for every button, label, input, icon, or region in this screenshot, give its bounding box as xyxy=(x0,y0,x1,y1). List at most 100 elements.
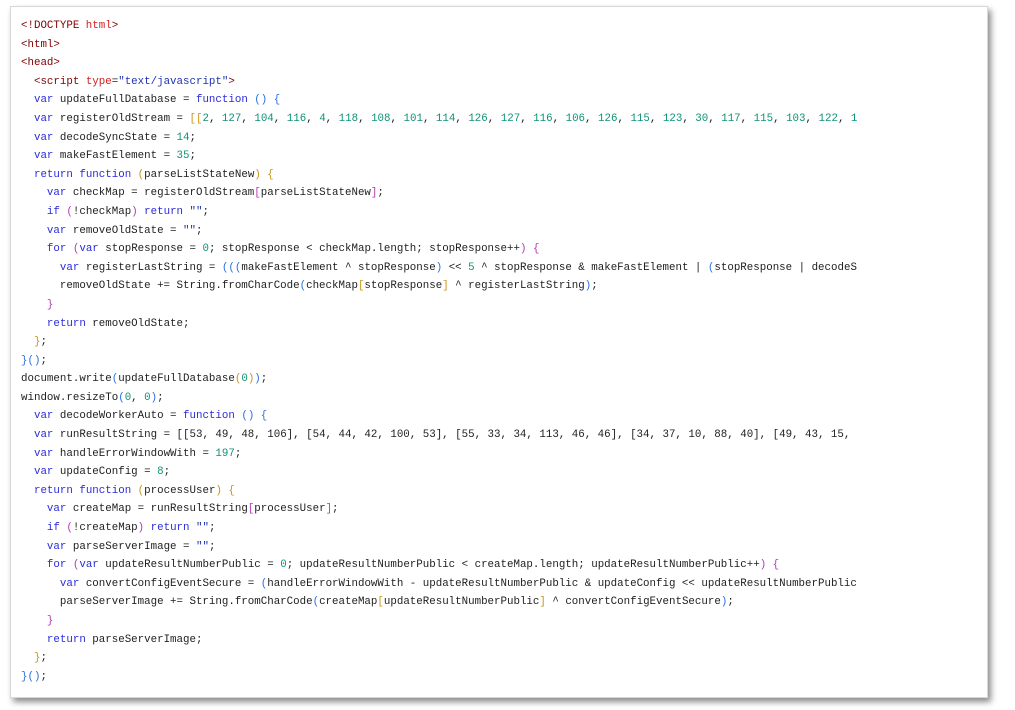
code-token-id: registerLastString = xyxy=(79,261,222,274)
code-line: var registerLastString = (((makeFastElem… xyxy=(21,259,857,278)
code-token-id: ; xyxy=(377,187,384,200)
code-token-num: 14 xyxy=(176,131,190,144)
code-token-id xyxy=(21,522,47,534)
code-token-id: ; xyxy=(189,150,196,163)
code-token-kw: var xyxy=(33,150,54,163)
code-token-id: , xyxy=(325,112,339,125)
code-token-num: 126 xyxy=(468,112,488,125)
code-token-num: 114 xyxy=(435,112,456,125)
code-token-kw: var xyxy=(46,540,67,553)
code-token-id: , xyxy=(241,112,255,125)
code-token-kw: return xyxy=(33,168,73,181)
code-line: var createMap = runResultString[processU… xyxy=(21,500,857,519)
code-token-b1: [[ xyxy=(189,112,203,125)
code-token-id: ; xyxy=(40,336,47,349)
code-token-id: , xyxy=(390,112,404,125)
code-token-b3: { xyxy=(273,94,281,107)
code-token-num: 30 xyxy=(695,112,709,125)
code-token-id: ; xyxy=(332,503,339,516)
code-token-id: , xyxy=(131,391,145,404)
code-token-id xyxy=(21,262,60,274)
code-token-id: ; xyxy=(260,373,268,386)
code-token-id: parseListStateNew xyxy=(144,168,255,181)
code-token-kw: return xyxy=(46,633,86,646)
code-token-num: 117 xyxy=(721,112,741,125)
code-token-b3: () xyxy=(241,410,255,423)
code-token-id: handleErrorWindowWith - updateResultNumb… xyxy=(267,577,857,590)
code-token-id: createMap xyxy=(319,596,378,609)
code-token-id xyxy=(21,243,47,255)
code-token-num: 108 xyxy=(371,112,391,125)
code-line: var convertConfigEventSecure = (handleEr… xyxy=(21,575,857,594)
code-token-num: 127 xyxy=(500,112,521,125)
code-line: } xyxy=(21,296,857,315)
code-line: } xyxy=(21,612,857,631)
code-token-tagb: > xyxy=(228,75,235,88)
code-token-id: ; xyxy=(189,131,196,144)
code-token-id xyxy=(21,76,34,88)
code-token-id xyxy=(21,150,34,162)
code-token-id: removeOldState; xyxy=(85,317,190,330)
code-token-kw: function xyxy=(79,168,132,181)
code-token-id xyxy=(21,410,34,422)
code-token-id: ; stopResponse < checkMap.length; stopRe… xyxy=(208,243,520,256)
code-token-id xyxy=(21,206,47,218)
code-line: }; xyxy=(21,333,857,352)
code-token-id: ; xyxy=(234,447,242,460)
code-line: return function (processUser) { xyxy=(21,482,857,501)
code-token-num: 104 xyxy=(254,112,274,125)
code-line: removeOldState += String.fromCharCode(ch… xyxy=(21,277,857,296)
code-token-id: ; xyxy=(40,354,47,367)
code-token-kw: var xyxy=(46,224,67,237)
code-snippet-panel: <!DOCTYPE html> <html> <head> <script type… xyxy=(10,6,988,698)
code-token-id: , xyxy=(520,112,534,125)
code-token-id: , xyxy=(273,112,287,125)
code-token-id: ; xyxy=(40,670,47,683)
code-line: for (var updateResultNumberPublic = 0; u… xyxy=(21,556,857,575)
code-token-id: ; xyxy=(591,280,598,293)
code-line: var decodeSyncState = 14; xyxy=(21,129,857,148)
code-token-num: 122 xyxy=(818,112,838,125)
code-line: var parseServerImage = ""; xyxy=(21,538,857,557)
code-token-kw: if xyxy=(46,205,60,218)
code-token-num: 118 xyxy=(338,112,359,125)
code-token-str: "" xyxy=(189,205,203,218)
code-token-id: decodeSyncState = xyxy=(53,131,177,144)
code-token-id xyxy=(21,132,34,144)
code-line: document.write(updateFullDatabase(0)); xyxy=(21,370,857,389)
code-token-id: , xyxy=(208,112,222,125)
code-line: <!DOCTYPE html> xyxy=(21,17,857,36)
code-token-id: ; xyxy=(208,540,216,553)
code-token-id: stopResponse | decodeS xyxy=(714,261,857,274)
code-line: <html> xyxy=(21,36,857,55)
code-token-kw: var xyxy=(46,503,67,516)
code-line: var runResultString = [[53, 49, 48, 106]… xyxy=(21,426,857,445)
code-token-b1: { xyxy=(228,484,235,497)
code-token-id: makeFastElement ^ stopResponse xyxy=(241,261,436,274)
code-token-str: "" xyxy=(196,522,209,535)
code-token-id: , xyxy=(585,112,599,125)
code-token-id: << xyxy=(442,261,469,274)
code-token-id: updateFullDatabase = xyxy=(53,94,196,107)
code-line: <script type="text/javascript"> xyxy=(21,73,857,92)
code-token-tagb: > xyxy=(111,20,119,32)
code-token-id: window.resizeTo xyxy=(21,391,119,404)
code-token-num: 115 xyxy=(630,112,650,125)
code-token-id: , xyxy=(487,112,501,125)
code-token-id: parseListStateNew xyxy=(260,187,371,200)
code-line: var makeFastElement = 35; xyxy=(21,147,857,166)
code-token-b1: { xyxy=(267,168,274,181)
code-token-kw: var xyxy=(33,447,54,460)
code-token-id: ^ convertConfigEventSecure xyxy=(545,596,721,609)
code-token-id: runResultString = [[53, 49, 48, 106], [5… xyxy=(53,429,857,442)
code-token-kw: return xyxy=(144,205,184,218)
code-token-b3: () xyxy=(27,670,41,683)
code-token-kw: var xyxy=(33,131,54,144)
code-token-id xyxy=(21,652,34,664)
code-token-id: parseServerImage; xyxy=(85,633,203,646)
code-token-id: , xyxy=(358,112,372,125)
code-token-id xyxy=(21,169,34,181)
code-token-id xyxy=(21,113,34,125)
code-token-id: , xyxy=(773,112,787,125)
code-token-id: !checkMap xyxy=(72,205,132,218)
